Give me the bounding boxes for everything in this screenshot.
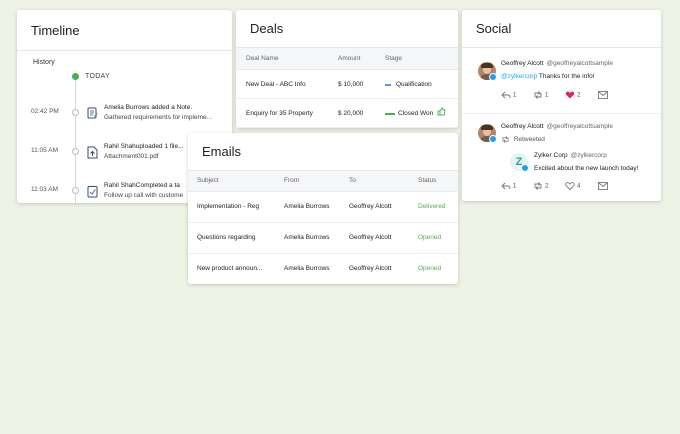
post-actions: 1 2 4 (501, 182, 651, 192)
post-actions: 1 1 2 (501, 91, 651, 101)
entry-line2: Attachment001.pdf (104, 153, 159, 160)
retweet-button[interactable]: 2 (533, 182, 548, 190)
file-upload-icon (87, 146, 98, 159)
note-icon (87, 107, 98, 119)
retweet-icon (534, 182, 542, 190)
emails-card: Emails Subject From To Status Implementa… (188, 133, 458, 284)
like-button[interactable]: 2 (565, 91, 580, 99)
table-row[interactable]: Questions regarding Amelia Burrows Geoff… (188, 223, 458, 254)
thumbs-up-icon (437, 107, 446, 116)
table-row[interactable]: Implementation - Reg Amelia Burrows Geof… (188, 192, 458, 223)
stage-indicator (385, 84, 391, 86)
entry-dot (72, 109, 79, 116)
retweet-icon (534, 91, 542, 99)
entry-line2: Gathered requirements for impleme... (104, 114, 213, 121)
column-header: Stage (385, 55, 402, 62)
deal-stage: Qualification (396, 81, 432, 88)
column-header: Subject (197, 177, 219, 184)
today-dot (72, 73, 79, 80)
deal-name[interactable]: New Deal - ABC Info (246, 81, 306, 88)
email-status: Opened (418, 265, 442, 272)
reply-button[interactable]: 1 (501, 182, 516, 190)
heart-icon (565, 182, 575, 191)
twitter-icon (489, 73, 497, 81)
mail-icon (598, 91, 608, 99)
post-author[interactable]: Geoffrey Alcott @geoffreyalcottsample (501, 60, 613, 67)
mail-icon (598, 182, 608, 190)
email-subject[interactable]: Implementation - Reg (197, 203, 259, 210)
twitter-icon (521, 164, 529, 172)
twitter-icon (489, 135, 497, 143)
message-button[interactable] (598, 182, 608, 190)
column-header: To (349, 177, 356, 184)
heart-icon (565, 91, 575, 99)
quoted-text: Excited about the new launch today! (534, 165, 639, 172)
email-from: Amelia Burrows (284, 265, 330, 272)
entry-time: 11:05 AM (31, 147, 58, 154)
deals-card: Deals Deal Name Amount Stage New Deal - … (236, 10, 458, 128)
retweeted-label: Retweeted (501, 136, 545, 143)
column-header: Status (418, 177, 437, 184)
entry-time: 02:42 PM (31, 108, 59, 115)
stage-indicator (385, 113, 395, 115)
table-row[interactable]: New Deal - ABC Info $ 10,000 Qualificati… (236, 70, 458, 99)
deals-title: Deals (236, 10, 458, 48)
retweet-icon (502, 136, 509, 143)
email-to: Geoffrey Alcott (349, 234, 392, 241)
email-to: Geoffrey Alcott (349, 265, 392, 272)
email-status: Opened (418, 234, 442, 241)
entry-line1: Rahil Shahuploaded 1 file... (104, 143, 184, 150)
column-header: Amount (338, 55, 361, 62)
entry-dot (72, 148, 79, 155)
reply-button[interactable]: 1 (501, 91, 516, 99)
entry-time: 11:03 AM (31, 186, 58, 193)
column-header: Deal Name (246, 55, 279, 62)
entry-dot (72, 187, 79, 194)
emails-table-header: Subject From To Status (188, 171, 458, 192)
deal-name[interactable]: Enquiry for 35 Property (246, 110, 313, 117)
deal-amount: $ 10,000 (338, 81, 364, 88)
emails-title: Emails (188, 133, 458, 171)
deal-amount: $ 20,000 (338, 110, 364, 117)
reply-icon (501, 182, 511, 190)
social-title: Social (462, 10, 661, 48)
post-author[interactable]: Geoffrey Alcott @geoffreyalcottsample (501, 123, 613, 130)
email-from: Amelia Burrows (284, 234, 330, 241)
email-from: Amelia Burrows (284, 203, 330, 210)
task-check-icon (87, 186, 98, 198)
like-button[interactable]: 4 (565, 182, 580, 191)
deal-stage: Closed Won (398, 110, 434, 117)
entry-line1: Amelia Burrows added a Note. (104, 104, 193, 111)
timeline-title: Timeline (17, 10, 232, 51)
entry-line1: Rahil ShahCompleted a ta (104, 182, 180, 189)
history-label: History (33, 59, 55, 66)
email-to: Geoffrey Alcott (349, 203, 392, 210)
social-card: Social Geoffrey Alcott @geoffreyalcottsam… (462, 10, 661, 201)
post-text: @zylkercorp Thanks for the info! (501, 73, 595, 80)
table-row[interactable]: Enquiry for 35 Property $ 20,000 Closed … (236, 99, 458, 128)
reply-icon (501, 91, 511, 99)
today-label: TODAY (85, 73, 110, 80)
retweet-button[interactable]: 1 (533, 91, 548, 99)
deals-table-header: Deal Name Amount Stage (236, 48, 458, 70)
message-button[interactable] (598, 91, 608, 99)
email-status: Delivered (418, 203, 446, 210)
divider (462, 113, 661, 114)
table-row[interactable]: New product announ... Amelia Burrows Geo… (188, 254, 458, 284)
column-header: From (284, 177, 300, 184)
quoted-author[interactable]: Zylker Corp @zylkercorp (534, 152, 607, 159)
email-subject[interactable]: New product announ... (197, 265, 262, 272)
email-subject[interactable]: Questions regarding (197, 234, 256, 241)
timeline-entry[interactable]: 02:42 PM Amelia Burrows added a Note. Ga… (17, 103, 232, 133)
entry-line2: Follow up call with custome (104, 192, 184, 199)
